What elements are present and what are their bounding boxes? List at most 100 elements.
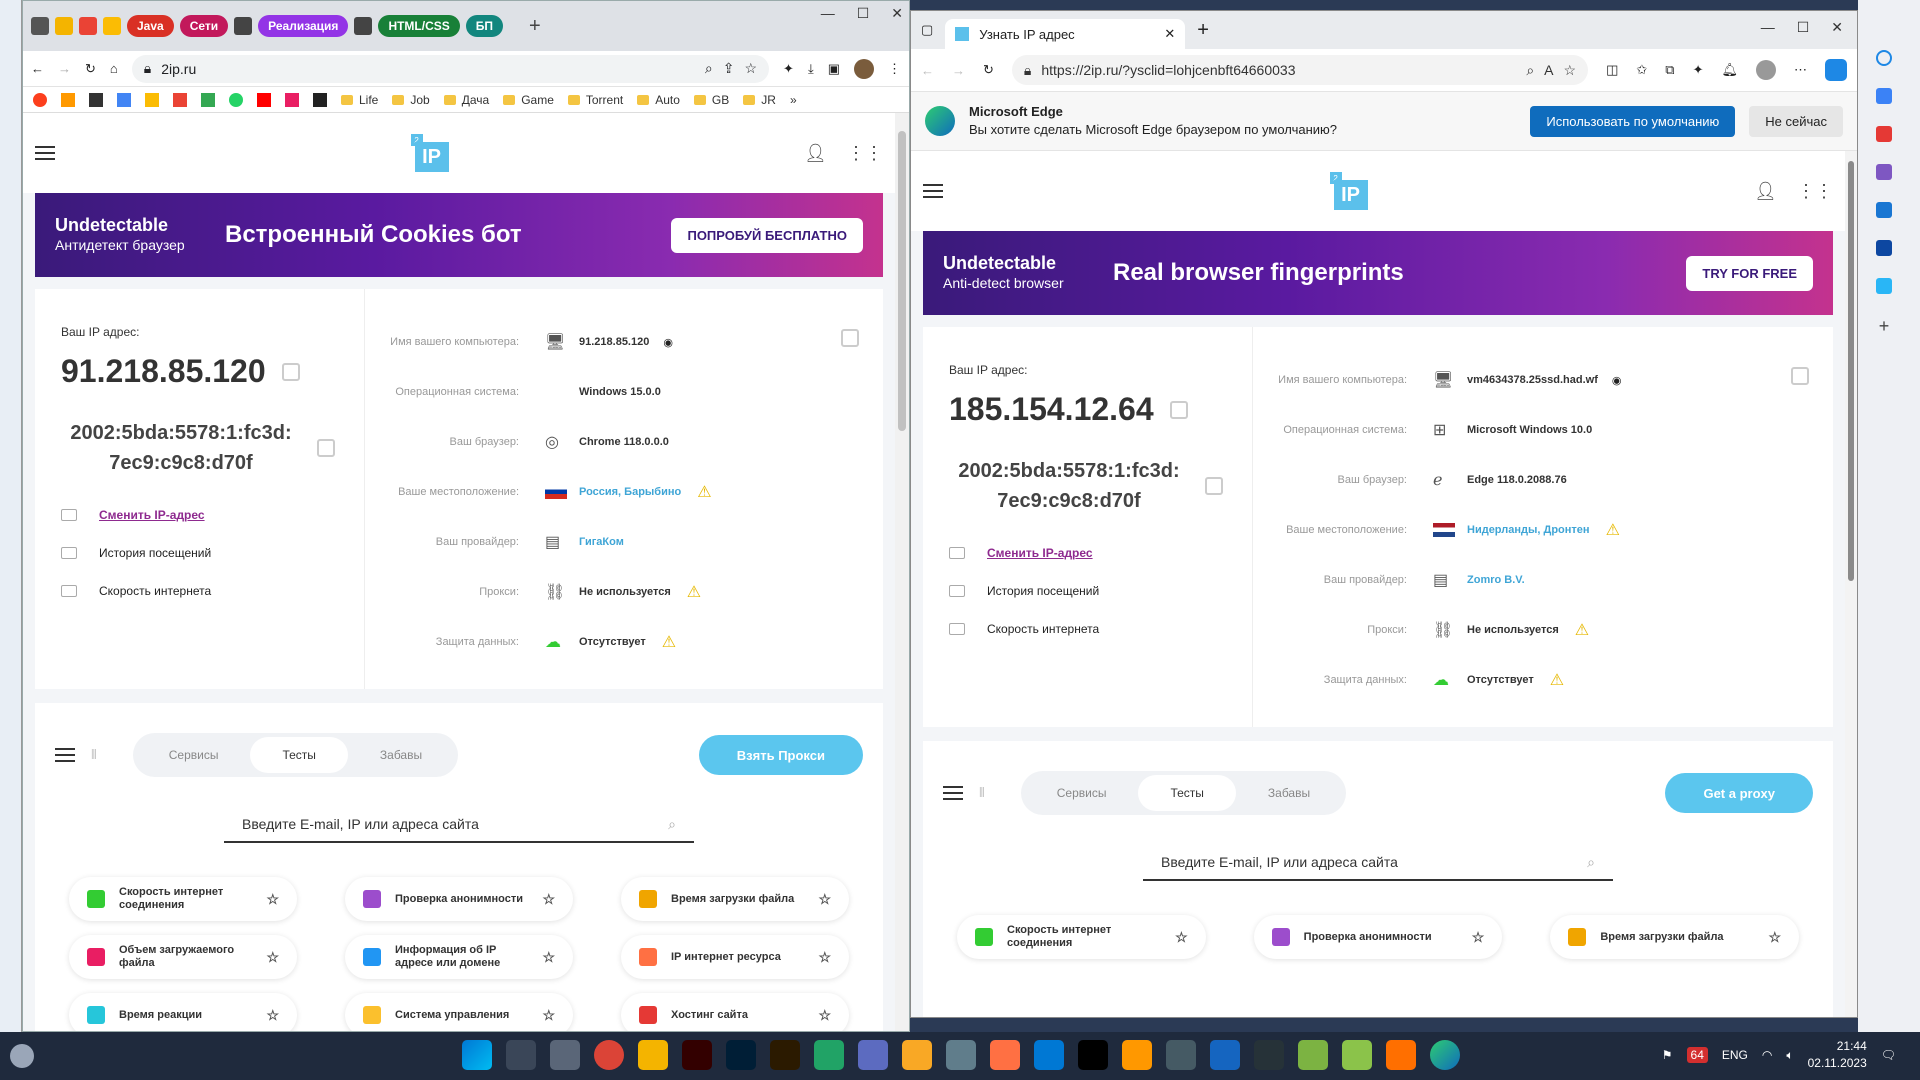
tab-services[interactable]: Сервисы xyxy=(137,737,251,773)
hamburger-icon[interactable] xyxy=(35,146,55,160)
tab-group-realizaciya[interactable]: Реализация xyxy=(258,15,349,37)
tab-tests[interactable]: Тесты xyxy=(1138,775,1236,811)
star-icon[interactable]: ☆ xyxy=(1175,929,1188,946)
bookmark-icon[interactable] xyxy=(61,92,75,107)
extensions-icon[interactable]: ✦ xyxy=(1693,62,1704,78)
tab-fun[interactable]: Забавы xyxy=(348,737,454,773)
new-tab-icon[interactable]: + xyxy=(529,15,541,38)
ad-banner[interactable]: Undetectable Anti-detect browser Real bro… xyxy=(923,231,1833,315)
share-icon[interactable]: ⇪ xyxy=(723,60,735,77)
bookmark-folder[interactable]: GB xyxy=(694,93,729,107)
start-icon[interactable] xyxy=(462,1040,492,1070)
bridge-icon[interactable] xyxy=(770,1040,800,1070)
copy-icon[interactable] xyxy=(841,329,859,347)
tab-icon[interactable] xyxy=(55,17,73,35)
mail-tab-icon[interactable] xyxy=(103,17,121,35)
star-icon[interactable]: ☆ xyxy=(744,60,757,77)
info-value[interactable]: Россия, Барыбино xyxy=(579,486,681,498)
back-icon[interactable]: ← xyxy=(921,63,934,78)
star-icon[interactable]: ☆ xyxy=(542,949,555,966)
read-aloud-icon[interactable]: A xyxy=(1544,62,1553,78)
site-logo[interactable]: 2 IP xyxy=(1329,172,1368,210)
illustrator-icon[interactable] xyxy=(682,1040,712,1070)
speed-link[interactable]: Скорость интернета xyxy=(99,584,211,598)
not-now-button[interactable]: Не сейчас xyxy=(1749,105,1843,137)
bookmark-icon[interactable] xyxy=(285,92,299,107)
tool-tile[interactable]: Время загрузки файла ☆ xyxy=(621,877,849,921)
task-view-icon[interactable] xyxy=(550,1040,580,1070)
add-icon[interactable]: + xyxy=(1879,316,1890,337)
minimize-icon[interactable]: — xyxy=(821,5,835,22)
forward-icon[interactable]: → xyxy=(952,63,965,78)
ad-cta-button[interactable]: TRY FOR FREE xyxy=(1686,255,1813,291)
user-icon[interactable]: 👤︎ xyxy=(1754,181,1777,202)
search-icon[interactable]: ⌕ xyxy=(668,816,676,833)
apps-grid-icon[interactable]: ⋮⋮ xyxy=(1797,181,1833,202)
ad-banner[interactable]: Undetectable Антидетект браузер Встроенны… xyxy=(35,193,883,277)
bookmark-icon[interactable] xyxy=(313,92,327,107)
star-icon[interactable]: ☆ xyxy=(818,891,831,908)
bookmark-folder[interactable]: Дача xyxy=(444,93,489,107)
minimize-icon[interactable]: — xyxy=(1761,19,1775,36)
search-icon[interactable] xyxy=(1876,50,1892,66)
bookmark-folder[interactable]: Life xyxy=(341,93,378,107)
notification-icon[interactable]: 🗨︎ xyxy=(1881,1048,1896,1062)
tool-tile[interactable]: Информация об IP адресе или домене ☆ xyxy=(345,935,573,979)
address-bar[interactable]: 🔒︎ 2ip.ru ⌕ ⇪ ☆ xyxy=(131,54,770,83)
get-proxy-button[interactable]: Get a proxy xyxy=(1665,773,1813,813)
tool-tile[interactable]: Хостинг сайта ☆ xyxy=(621,993,849,1031)
star-icon[interactable]: ☆ xyxy=(1472,929,1485,946)
set-default-button[interactable]: Использовать по умолчанию xyxy=(1530,105,1736,137)
app-icon[interactable] xyxy=(1298,1040,1328,1070)
star-icon[interactable]: ☆ xyxy=(542,891,555,908)
photoshop-icon[interactable] xyxy=(726,1040,756,1070)
wifi-icon[interactable]: ◠ xyxy=(1762,1048,1772,1062)
terminal-icon[interactable] xyxy=(1254,1040,1284,1070)
search-icon[interactable] xyxy=(506,1040,536,1070)
bookmark-folder[interactable]: Game xyxy=(503,93,554,107)
tab-icon[interactable] xyxy=(354,17,373,35)
app-icon[interactable] xyxy=(814,1040,844,1070)
favorite-icon[interactable]: ☆ xyxy=(1564,62,1577,79)
reload-icon[interactable]: ↻ xyxy=(85,61,96,77)
user-icon[interactable]: 👤︎ xyxy=(804,143,827,164)
url-text[interactable]: https://2ip.ru/?ysclid=lohjcenbft6466003… xyxy=(1041,62,1295,78)
hide-eye-icon[interactable]: ◉ xyxy=(663,336,673,349)
tab-tests[interactable]: Тесты xyxy=(250,737,348,773)
app-icon[interactable] xyxy=(858,1040,888,1070)
calculator-icon[interactable] xyxy=(946,1040,976,1070)
tab-group-java[interactable]: Java xyxy=(127,15,174,37)
info-value[interactable]: Нидерланды, Дронтен xyxy=(1467,524,1590,536)
edge-icon[interactable] xyxy=(1430,1040,1460,1070)
hamburger-icon[interactable] xyxy=(923,184,943,198)
notepad-icon[interactable] xyxy=(1342,1040,1372,1070)
youtube-icon[interactable] xyxy=(257,92,271,107)
copy-icon[interactable] xyxy=(1791,367,1809,385)
app-icon[interactable] xyxy=(990,1040,1020,1070)
extensions-icon[interactable]: ✦ xyxy=(783,61,794,77)
forward-icon[interactable]: → xyxy=(58,61,71,76)
info-value[interactable]: Zomro B.V. xyxy=(1467,574,1525,586)
whatsapp-icon[interactable] xyxy=(229,92,243,107)
star-icon[interactable]: ☆ xyxy=(1768,929,1781,946)
pause-tab-icon[interactable] xyxy=(31,17,49,35)
language-indicator[interactable]: ENG xyxy=(1722,1048,1748,1062)
app-icon[interactable] xyxy=(1210,1040,1240,1070)
tab-group-seti[interactable]: Сети xyxy=(179,15,229,37)
edge-tab[interactable]: Узнать IP адрес ✕ xyxy=(945,19,1186,49)
tab-actions-icon[interactable]: ▢ xyxy=(921,22,933,38)
tool-tile[interactable]: Проверка анонимности ☆ xyxy=(345,877,573,921)
favorites-icon[interactable]: ✩ xyxy=(1636,62,1647,78)
info-value[interactable]: ГигаКом xyxy=(579,536,624,548)
collections-icon[interactable]: ⧉ xyxy=(1665,62,1674,78)
tool-tile[interactable]: Время загрузки файла ☆ xyxy=(1550,915,1799,959)
tab-group-html-css[interactable]: HTML/CSS xyxy=(378,15,460,37)
zoom-icon[interactable]: ⌕ xyxy=(705,60,713,77)
back-icon[interactable]: ← xyxy=(31,61,44,76)
grid-view-icon[interactable]: ⦀ xyxy=(91,747,97,763)
bookmark-folder[interactable]: JR xyxy=(743,93,776,107)
copy-icon[interactable] xyxy=(317,439,335,457)
tools-icon[interactable] xyxy=(1876,126,1892,142)
star-icon[interactable]: ☆ xyxy=(542,1007,555,1024)
url-text[interactable]: 2ip.ru xyxy=(161,61,196,77)
